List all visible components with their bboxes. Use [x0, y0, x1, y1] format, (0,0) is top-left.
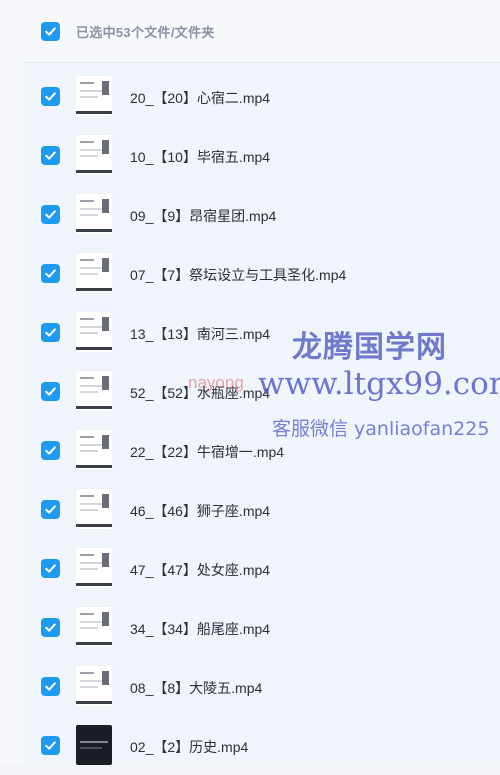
- file-checkbox[interactable]: [41, 205, 60, 224]
- file-checkbox[interactable]: [41, 382, 60, 401]
- check-icon: [45, 269, 56, 278]
- file-name[interactable]: 09_【9】昂宿星团.mp4: [130, 206, 276, 226]
- check-icon: [45, 682, 56, 691]
- video-thumbnail[interactable]: [76, 312, 112, 352]
- video-thumbnail[interactable]: [76, 76, 112, 116]
- file-checkbox[interactable]: [41, 264, 60, 283]
- file-checkbox[interactable]: [41, 559, 60, 578]
- file-name[interactable]: 02_【2】历史.mp4: [130, 737, 248, 757]
- file-row[interactable]: 02_【2】历史.mp4: [24, 716, 500, 775]
- video-thumbnail[interactable]: [76, 489, 112, 529]
- file-row[interactable]: 09_【9】昂宿星团.mp4: [24, 185, 500, 244]
- file-row[interactable]: 34_【34】船尾座.mp4: [24, 598, 500, 657]
- file-name[interactable]: 07_【7】祭坛设立与工具圣化.mp4: [130, 265, 346, 285]
- file-name[interactable]: 08_【8】大陵五.mp4: [130, 678, 262, 698]
- video-thumbnail[interactable]: [76, 607, 112, 647]
- file-name[interactable]: 46_【46】狮子座.mp4: [130, 501, 270, 521]
- file-checkbox[interactable]: [41, 736, 60, 755]
- left-strip: [0, 0, 24, 766]
- file-name[interactable]: 20_【20】心宿二.mp4: [130, 88, 270, 108]
- check-icon: [45, 387, 56, 396]
- file-row[interactable]: 20_【20】心宿二.mp4: [24, 67, 500, 126]
- file-row[interactable]: 47_【47】处女座.mp4: [24, 539, 500, 598]
- file-checkbox[interactable]: [41, 146, 60, 165]
- selection-header: 已选中53个文件/文件夹: [24, 0, 500, 63]
- check-icon: [45, 328, 56, 337]
- check-icon: [45, 505, 56, 514]
- video-thumbnail[interactable]: [76, 430, 112, 470]
- check-icon: [45, 92, 56, 101]
- file-row[interactable]: 07_【7】祭坛设立与工具圣化.mp4: [24, 244, 500, 303]
- file-row[interactable]: 10_【10】毕宿五.mp4: [24, 126, 500, 185]
- video-thumbnail[interactable]: [76, 666, 112, 706]
- check-icon: [45, 623, 56, 632]
- watermark-title: 龙腾国学网: [292, 330, 447, 365]
- watermark-contact: 客服微信 yanliaofan225: [272, 418, 490, 440]
- check-icon: [45, 27, 56, 36]
- file-checkbox[interactable]: [41, 87, 60, 106]
- video-thumbnail[interactable]: [76, 135, 112, 175]
- video-thumbnail[interactable]: [76, 725, 112, 765]
- video-thumbnail[interactable]: [76, 548, 112, 588]
- check-icon: [45, 151, 56, 160]
- file-checkbox[interactable]: [41, 618, 60, 637]
- check-icon: [45, 564, 56, 573]
- file-row[interactable]: 08_【8】大陵五.mp4: [24, 657, 500, 716]
- file-checkbox[interactable]: [41, 441, 60, 460]
- video-thumbnail[interactable]: [76, 371, 112, 411]
- check-icon: [45, 741, 56, 750]
- check-icon: [45, 210, 56, 219]
- file-checkbox[interactable]: [41, 323, 60, 342]
- check-icon: [45, 446, 56, 455]
- file-name[interactable]: 22_【22】牛宿增一.mp4: [130, 442, 284, 462]
- video-thumbnail[interactable]: [76, 253, 112, 293]
- file-checkbox[interactable]: [41, 500, 60, 519]
- selection-count-label: 已选中53个文件/文件夹: [76, 25, 215, 40]
- file-row[interactable]: 46_【46】狮子座.mp4: [24, 480, 500, 539]
- watermark-url: www.ltgx99.com: [258, 366, 500, 402]
- file-name[interactable]: 10_【10】毕宿五.mp4: [130, 147, 270, 167]
- file-name[interactable]: 34_【34】船尾座.mp4: [130, 619, 270, 639]
- file-name[interactable]: 13_【13】南河三.mp4: [130, 324, 270, 344]
- file-name[interactable]: 47_【47】处女座.mp4: [130, 560, 270, 580]
- watermark-red-text: nayong: [188, 373, 244, 392]
- video-thumbnail[interactable]: [76, 194, 112, 234]
- file-checkbox[interactable]: [41, 677, 60, 696]
- select-all-checkbox[interactable]: [41, 22, 60, 41]
